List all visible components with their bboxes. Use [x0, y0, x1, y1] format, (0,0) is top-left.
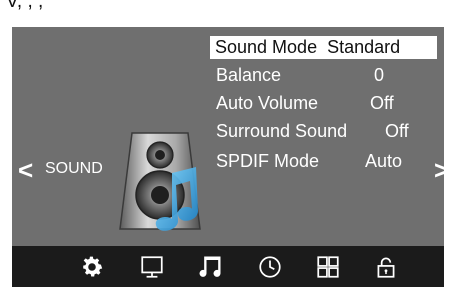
menu-item-label: SPDIF Mode — [216, 151, 320, 171]
grid-icon[interactable] — [310, 246, 346, 287]
menu-item-value: Standard — [327, 37, 401, 57]
menu-item-label: Surround Sound — [216, 121, 348, 141]
menu-item-value: Off — [385, 121, 409, 141]
menu-item-value: 0 — [374, 65, 385, 85]
menu-item-sound-mode[interactable]: Sound Mode Standard — [210, 36, 437, 59]
section-label: SOUND — [45, 160, 103, 177]
menu-item-label: Auto Volume — [216, 93, 319, 113]
cropped-top-text: V, , , — [6, 0, 44, 11]
menu-item-surround-sound[interactable]: Surround Sound Off — [216, 121, 409, 141]
menu-item-label: Sound Mode — [215, 37, 318, 57]
speaker-icon — [119, 132, 201, 231]
menu-item-balance[interactable]: Balance 0 — [216, 65, 384, 85]
music-note-icon[interactable] — [192, 246, 228, 287]
menu-item-label: Balance — [216, 65, 282, 85]
menu-item-value: Off — [370, 93, 394, 113]
previous-section-arrow[interactable]: < — [18, 157, 33, 183]
gear-icon[interactable] — [74, 246, 110, 287]
lock-icon[interactable] — [368, 246, 404, 287]
monitor-icon[interactable] — [134, 246, 170, 287]
menu-item-auto-volume[interactable]: Auto Volume Off — [216, 93, 394, 113]
menu-item-spdif-mode[interactable]: SPDIF Mode Auto — [216, 151, 402, 171]
next-section-arrow[interactable]: > — [434, 157, 449, 183]
top-cover: V, , , — [0, 0, 452, 27]
category-icon-bar — [12, 246, 444, 287]
menu-item-value: Auto — [365, 151, 403, 171]
clock-icon[interactable] — [252, 246, 288, 287]
